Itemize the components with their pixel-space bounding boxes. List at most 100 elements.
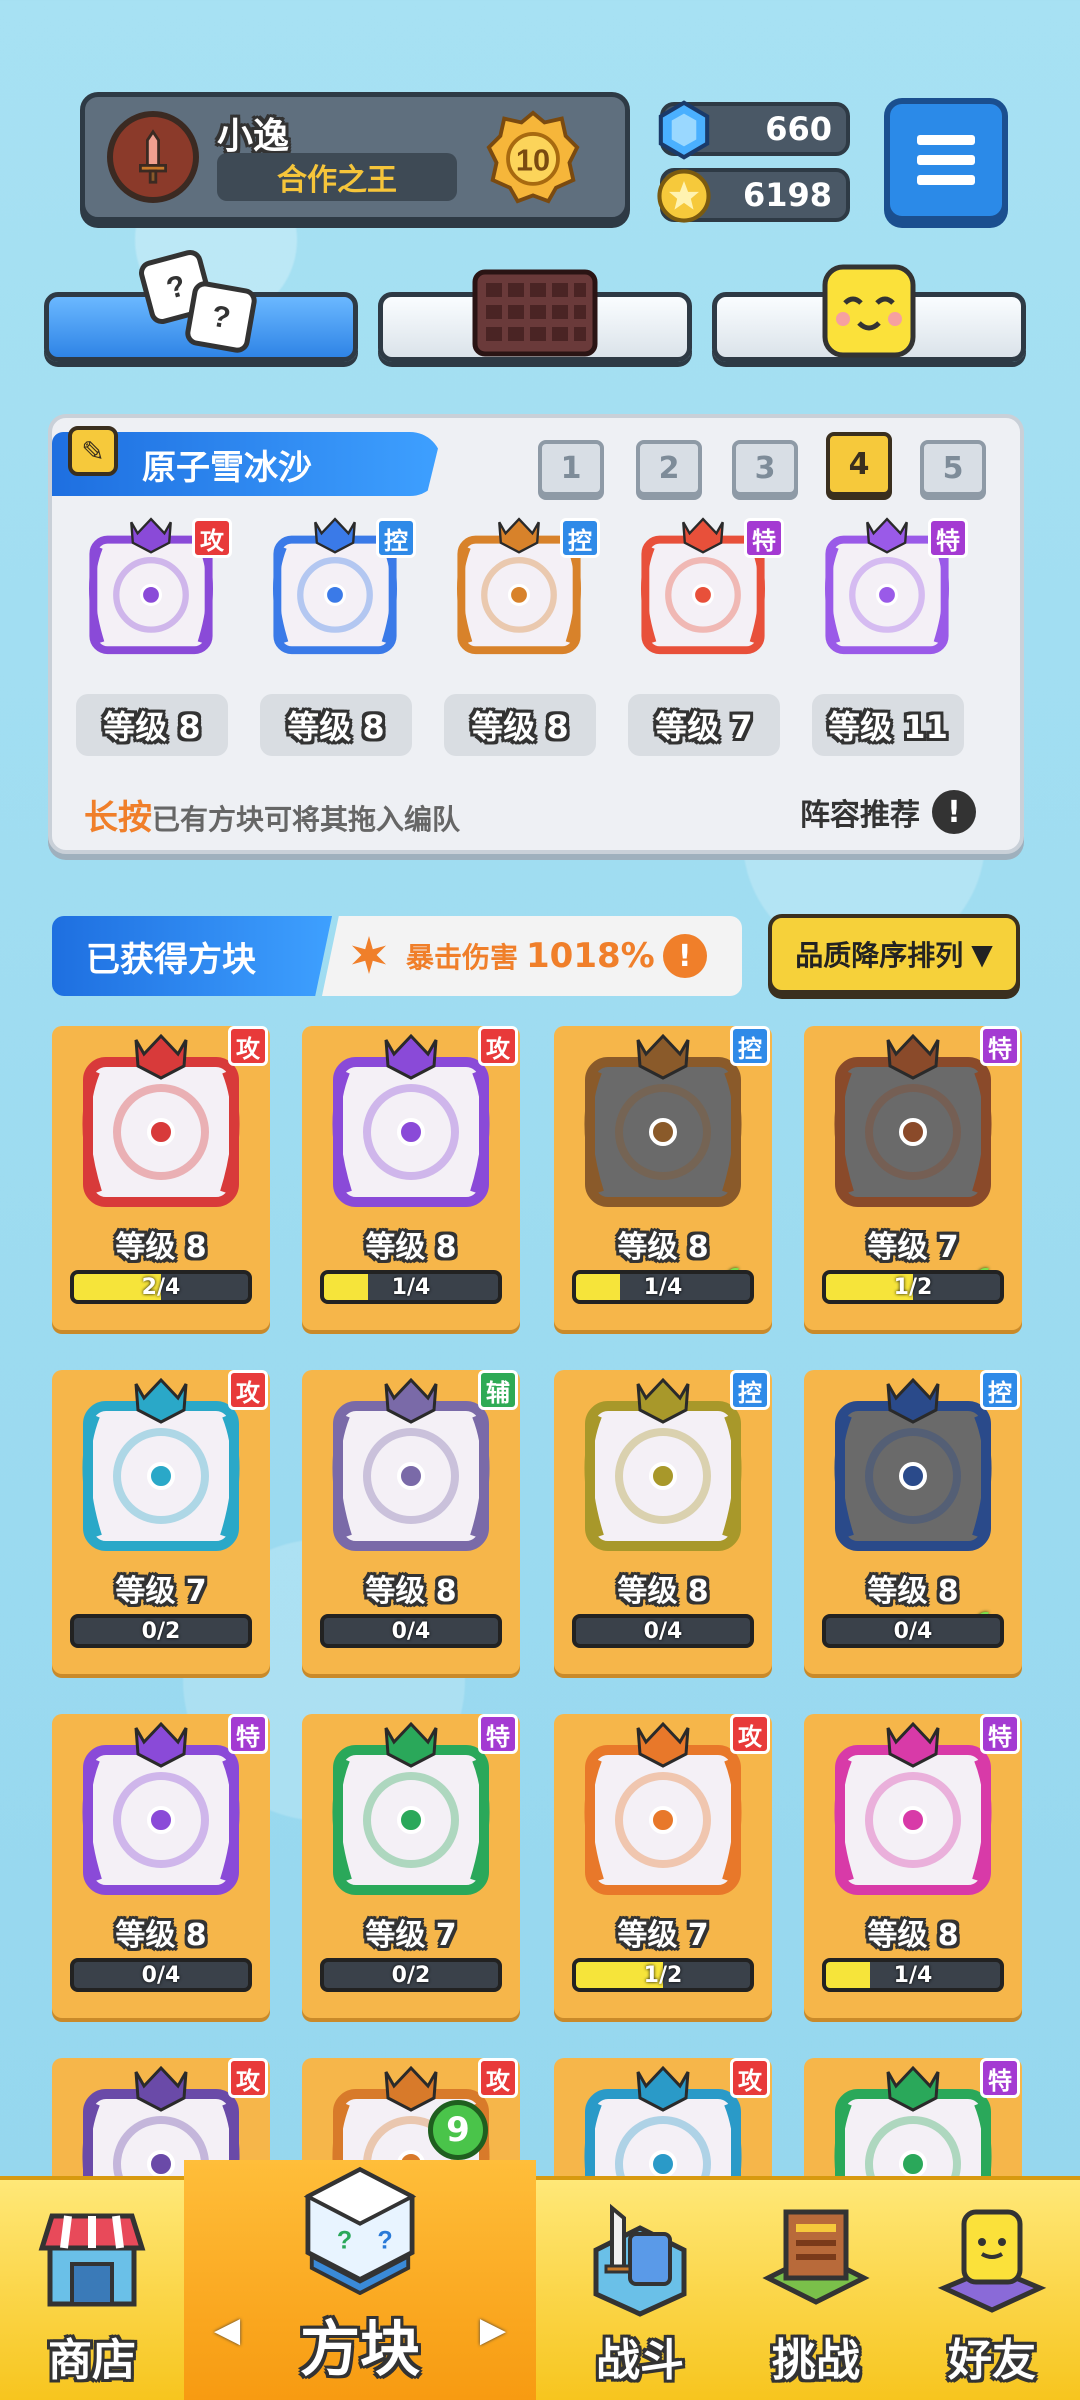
block-card[interactable]: 控✔等级 80/4 — [804, 1370, 1022, 1674]
card-level: 等级 8 — [115, 1918, 207, 1953]
deck-tab-4[interactable]: 4 — [826, 432, 892, 496]
friends-icon — [937, 2209, 1047, 2313]
deck-tab-5[interactable]: 5 — [920, 440, 986, 496]
card-level: 等级 8 — [867, 1918, 959, 1953]
nav-shop-label: 商店 — [48, 2335, 136, 2386]
gem-icon — [658, 100, 710, 160]
deck-tab-3[interactable]: 3 — [732, 440, 798, 496]
upgrade-progress-bar: 1/4 — [572, 1270, 754, 1304]
type-badge: 攻 — [478, 2058, 518, 2098]
svg-text:?: ? — [377, 2227, 392, 2255]
block-card[interactable]: 特✔等级 71/2 — [804, 1026, 1022, 1330]
nav-challenge[interactable]: 挑战 — [728, 2180, 904, 2400]
nav-shop[interactable]: 商店 — [0, 2180, 184, 2400]
nav-challenge-label: 挑战 — [772, 2335, 860, 2386]
deck-tab-2[interactable]: 2 — [636, 440, 702, 496]
deck-slot-level: 等级 11 — [812, 694, 964, 756]
upgrade-progress-bar: 1/2 — [822, 1270, 1004, 1304]
type-badge: 控 — [730, 1370, 770, 1410]
lineup-recommend-button[interactable]: 阵容推荐! — [800, 790, 976, 834]
player-profile[interactable]: 小逸 合作之王 10 — [80, 92, 630, 222]
collection-title: 已获得方块 — [52, 916, 332, 996]
drag-hint: 长按已有方块可将其拖入编队 — [84, 790, 460, 839]
nav-blocks-label: 方块 — [300, 2315, 420, 2385]
card-level: 等级 8 — [617, 1574, 709, 1609]
type-badge: 攻 — [478, 1026, 518, 1066]
block-card[interactable]: 攻等级 8 2/4 — [52, 1026, 270, 1330]
card-level: 等级 8 — [365, 1574, 457, 1609]
card-level: 等级 8 — [867, 1574, 959, 1609]
deck-slot[interactable]: 攻 — [76, 512, 232, 662]
coin-amount: 6198 — [742, 176, 832, 214]
progress-text: 0/2 — [391, 1962, 431, 1988]
block-card[interactable]: 特等级 8 0/4 — [52, 1714, 270, 2018]
deck-slot[interactable]: 特 — [812, 512, 968, 662]
nav-battle[interactable]: 战斗 — [552, 2180, 728, 2400]
progress-text: 1/2 — [893, 1274, 933, 1300]
progress-text: 0/4 — [391, 1618, 431, 1644]
crit-label: 暴击伤害 — [406, 941, 519, 974]
rank-badge-icon[interactable]: 10 — [485, 109, 581, 205]
card-level: 等级 8 — [617, 1230, 709, 1265]
upgrade-progress-bar: 2/4 — [70, 1270, 252, 1304]
menu-line — [917, 175, 975, 185]
block-card[interactable]: 攻等级 8 1/4 — [302, 1026, 520, 1330]
info-icon: ! — [932, 790, 976, 834]
progress-text: 0/4 — [893, 1618, 933, 1644]
nav-friends[interactable]: 好友 — [904, 2180, 1080, 2400]
block-card[interactable]: 攻等级 7 0/2 — [52, 1370, 270, 1674]
type-badge: 特 — [980, 1714, 1020, 1754]
tab-board[interactable] — [378, 269, 692, 362]
smiley-block-icon — [822, 264, 916, 358]
dice-icon: ? ? — [139, 250, 257, 353]
type-badge: 控 — [376, 518, 416, 558]
menu-button[interactable] — [884, 98, 1008, 222]
progress-text: 1/4 — [643, 1274, 683, 1300]
coin-counter[interactable]: 6198 — [657, 168, 850, 223]
avatar[interactable] — [107, 111, 199, 203]
block-card[interactable]: 攻等级 7 1/2 — [554, 1714, 772, 2018]
card-level: 等级 8 — [115, 1230, 207, 1265]
upgrade-progress-bar: 1/2 — [572, 1958, 754, 1992]
deck-tab-1[interactable]: 1 — [538, 440, 604, 496]
tab-emoji[interactable] — [712, 264, 1026, 362]
type-badge: 攻 — [730, 2058, 770, 2098]
crit-damage-box[interactable]: 暴击伤害 1018% ! — [322, 916, 742, 996]
gem-counter[interactable]: 660 — [658, 100, 850, 160]
edit-pencil-icon[interactable]: ✎ — [68, 426, 118, 476]
sort-label: 品质降序排列 — [795, 939, 964, 972]
progress-text: 1/2 — [643, 1962, 683, 1988]
type-badge: 攻 — [730, 1714, 770, 1754]
upgrade-progress-bar: 0/4 — [572, 1614, 754, 1648]
hint-text: 已有方块可将其拖入编队 — [152, 803, 461, 836]
recommend-label: 阵容推荐 — [800, 798, 920, 833]
blocks-notification-badge: 9 — [428, 2100, 488, 2160]
card-level: 等级 8 — [365, 1230, 457, 1265]
next-arrow-icon[interactable]: ▶ — [480, 2310, 506, 2350]
block-card[interactable]: 特等级 8 1/4 — [804, 1714, 1022, 2018]
hint-emphasis: 长按 — [84, 798, 152, 838]
deck-slot[interactable]: 控 — [444, 512, 600, 662]
nav-blocks[interactable]: ?? 方块 ◀ ▶ — [184, 2160, 536, 2400]
upgrade-progress-bar: 0/2 — [70, 1614, 252, 1648]
sword-icon — [139, 129, 167, 184]
block-card[interactable]: 控等级 8 0/4 — [554, 1370, 772, 1674]
type-badge: 特 — [744, 518, 784, 558]
block-card[interactable]: 辅等级 8 0/4 — [302, 1370, 520, 1674]
progress-text: 0/2 — [141, 1618, 181, 1644]
prev-arrow-icon[interactable]: ◀ — [214, 2310, 240, 2350]
deck-slot[interactable]: 特 — [628, 512, 784, 662]
block-card[interactable]: 控✔等级 81/4 — [554, 1026, 772, 1330]
deck-slot[interactable]: 控 — [260, 512, 416, 662]
deck-slot-level: 等级 8 — [76, 694, 228, 756]
sort-dropdown[interactable]: 品质降序排列 ▼ — [768, 914, 1020, 994]
upgrade-progress-bar: 0/4 — [822, 1614, 1004, 1648]
crit-info-icon[interactable]: ! — [662, 934, 707, 978]
rank-number: 10 — [516, 142, 550, 177]
chevron-down-icon: ▼ — [971, 937, 993, 971]
menu-line — [917, 155, 975, 165]
block-card[interactable]: 特等级 7 0/2 — [302, 1714, 520, 2018]
tab-dice[interactable]: ? ? — [44, 250, 358, 362]
coin-icon — [657, 169, 711, 223]
svg-text:?: ? — [337, 2227, 352, 2255]
